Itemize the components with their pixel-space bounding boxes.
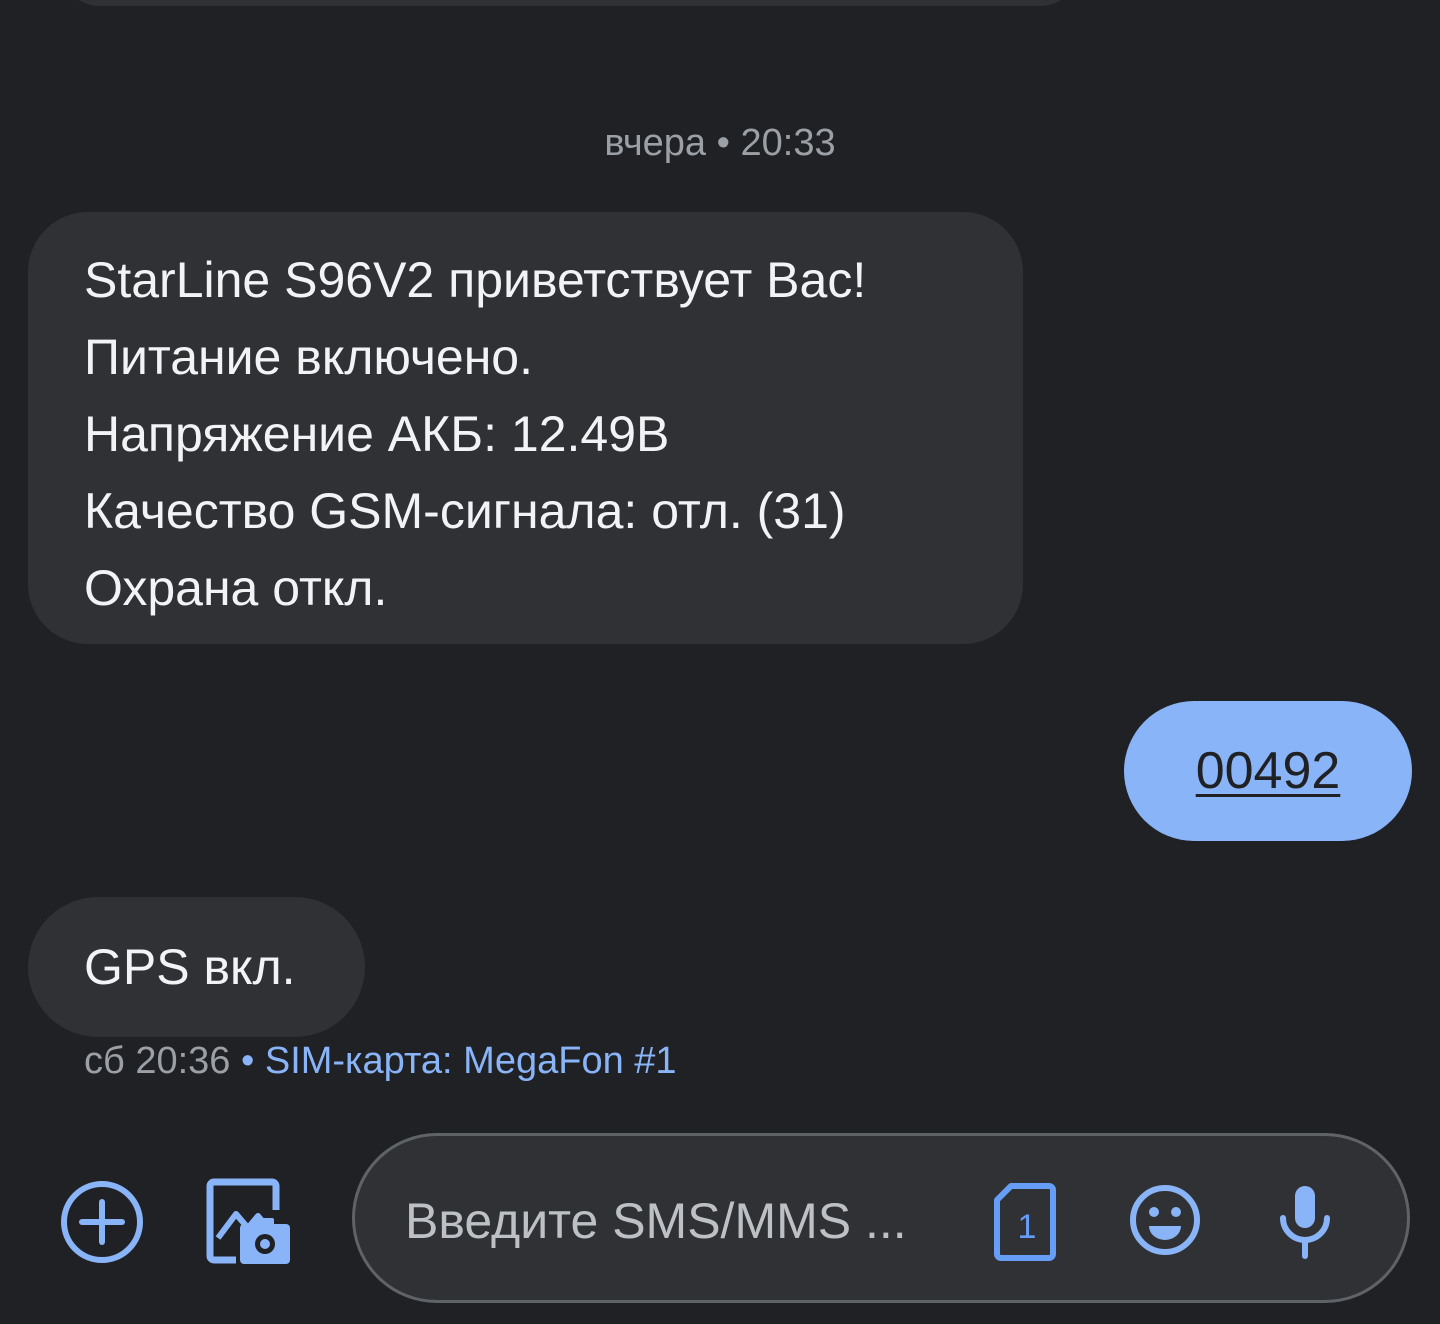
date-divider: вчера • 20:33 xyxy=(604,122,836,164)
message-line: StarLine S96V2 приветствует Вас! xyxy=(84,252,867,308)
gallery-button[interactable] xyxy=(202,1176,294,1268)
outgoing-number-link[interactable]: 00492 xyxy=(1196,741,1341,801)
gallery-camera-icon xyxy=(206,1178,290,1264)
outgoing-message-bubble[interactable]: 00492 xyxy=(1124,701,1412,841)
microphone-icon xyxy=(1280,1186,1330,1259)
message-composer: 1 xyxy=(352,1133,1410,1303)
message-line: Качество GSM-сигнала: отл. (31) xyxy=(84,483,846,539)
add-circle-icon xyxy=(61,1181,143,1263)
message-time: сб 20:36 xyxy=(84,1040,231,1082)
incoming-message-bubble[interactable]: GPS вкл. xyxy=(28,897,365,1037)
meta-separator: • xyxy=(230,1040,265,1082)
message-meta: сб 20:36 • SIM-карта: MegaFon #1 xyxy=(84,1040,677,1083)
voice-record-button[interactable] xyxy=(1275,1182,1335,1262)
sim-select-button[interactable]: 1 xyxy=(993,1182,1057,1262)
sim-label: SIM-карта: MegaFon #1 xyxy=(264,1040,677,1082)
emoji-icon xyxy=(1130,1185,1200,1255)
message-line: Напряжение АКБ: 12.49В xyxy=(84,406,670,462)
emoji-button[interactable] xyxy=(1127,1182,1203,1258)
sim-slot-number: 1 xyxy=(1018,1208,1037,1246)
add-attachment-button[interactable] xyxy=(58,1178,146,1266)
sim-card-icon: 1 xyxy=(994,1183,1056,1261)
message-line: Питание включено. xyxy=(84,329,533,385)
previous-message-bubble[interactable] xyxy=(60,0,1080,6)
message-input[interactable] xyxy=(405,1186,965,1256)
message-line: Охрана откл. xyxy=(84,560,388,616)
incoming-message-bubble[interactable]: StarLine S96V2 приветствует Вас! Питание… xyxy=(28,212,1023,644)
conversation-screen: вчера • 20:33 StarLine S96V2 приветствуе… xyxy=(0,0,1440,1324)
message-text: GPS вкл. xyxy=(84,938,296,995)
